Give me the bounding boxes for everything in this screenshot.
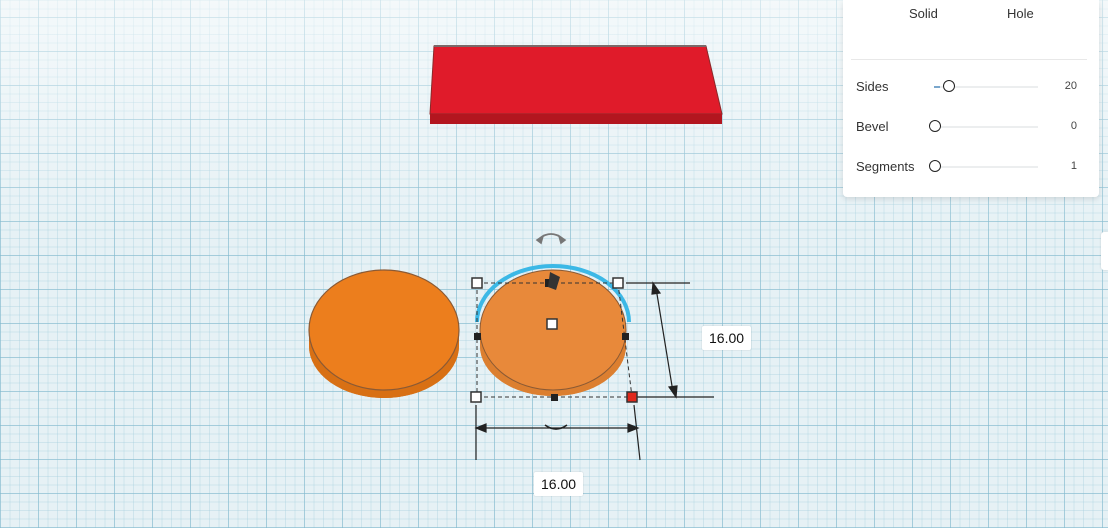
sides-property-row: Sides 20 [856, 77, 1077, 97]
solid-button[interactable]: Solid [909, 6, 938, 21]
rotate-arrow-icon[interactable] [535, 233, 567, 245]
sides-value[interactable]: 20 [1065, 80, 1077, 92]
panel-divider [851, 59, 1087, 60]
bevel-slider-track[interactable] [934, 126, 1038, 128]
height-dimension-label[interactable]: 16.00 [702, 326, 752, 350]
segments-slider-track[interactable] [934, 166, 1038, 168]
shape-inspector-panel: Solid Hole Sides 20 Bevel 0 Segments 1 [843, 0, 1099, 197]
sides-slider-fill [934, 86, 940, 88]
hole-button[interactable]: Hole [1007, 6, 1034, 21]
bevel-value[interactable]: 0 [1071, 120, 1077, 132]
orange-cylinder-shape[interactable] [308, 269, 460, 398]
segments-slider-thumb[interactable] [929, 160, 941, 172]
height-dimension-line [626, 281, 714, 399]
sides-slider-thumb[interactable] [943, 80, 955, 92]
segments-property-row: Segments 1 [856, 157, 1077, 177]
width-dimension-line [474, 404, 641, 461]
segments-value[interactable]: 1 [1071, 160, 1077, 172]
red-box-shape[interactable] [429, 45, 723, 124]
segments-label: Segments [856, 159, 915, 174]
bevel-slider-thumb[interactable] [929, 120, 941, 132]
width-dimension-label[interactable]: 16.00 [534, 472, 584, 496]
sides-label: Sides [856, 79, 889, 94]
side-panel-toggle[interactable] [1101, 232, 1108, 270]
bevel-label: Bevel [856, 119, 889, 134]
shape-type-toggle: Solid Hole [843, 0, 1099, 30]
bevel-property-row: Bevel 0 [856, 117, 1077, 137]
